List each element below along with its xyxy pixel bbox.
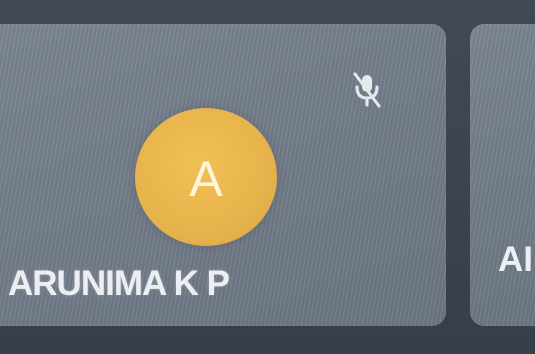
video-call-grid: A ARUNIMA K P AI [0,0,535,354]
participant-tile[interactable]: A ARUNIMA K P [0,24,446,326]
participant-avatar: A [135,108,277,246]
avatar-initial: A [189,151,223,207]
participant-tile-partial[interactable]: AI [470,24,535,326]
participant-name-partial: AI [498,240,533,279]
participant-name: ARUNIMA K P [8,264,230,303]
mic-off-icon [353,72,381,108]
